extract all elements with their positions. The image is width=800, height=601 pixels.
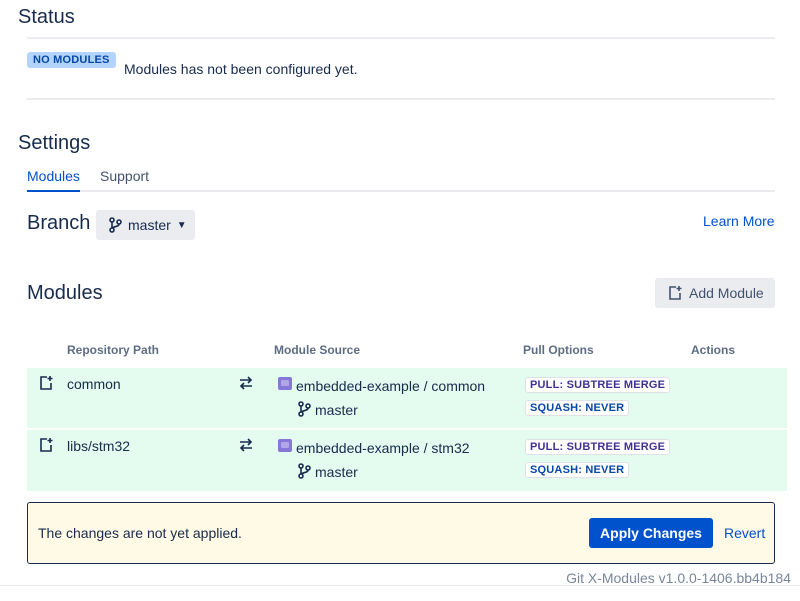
divider (27, 98, 775, 100)
learn-more-link[interactable]: Learn More (703, 213, 775, 229)
add-module-button[interactable]: Add Module (655, 278, 775, 308)
repository-folder-icon (278, 377, 292, 390)
pull-option-lozenge: PULL: SUBTREE MERGE (525, 439, 671, 455)
status-heading: Status (18, 6, 75, 28)
squash-option-lozenge: SQUASH: NEVER (525, 400, 630, 416)
edit-module-icon[interactable] (38, 437, 54, 453)
repository-folder-icon (278, 439, 292, 452)
chevron-down-icon: ▼ (176, 219, 187, 231)
column-header-module-source: Module Source (274, 343, 361, 357)
module-source: embedded-example / common (296, 378, 486, 394)
module-branch: master (315, 402, 358, 418)
repository-path: common (67, 376, 121, 392)
module-source: embedded-example / stm32 (296, 440, 470, 456)
swap-icon (239, 438, 253, 452)
pending-changes-notice: The changes are not yet applied. Apply C… (27, 502, 775, 564)
status-message: Modules has not been configured yet. (124, 61, 358, 77)
modules-heading: Modules (27, 282, 103, 304)
add-module-icon (669, 286, 682, 300)
table-row[interactable]: libs/stm32 embedded-example / stm32 mast… (27, 430, 787, 491)
notice-message: The changes are not yet applied. (38, 525, 242, 541)
pull-option-lozenge: PULL: SUBTREE MERGE (525, 377, 671, 393)
revert-link[interactable]: Revert (724, 525, 765, 541)
divider (27, 37, 775, 39)
tab-support[interactable]: Support (100, 168, 149, 192)
git-branch-icon (109, 217, 122, 233)
add-module-label: Add Module (689, 285, 764, 301)
branch-selector-label: master (128, 217, 171, 233)
tab-modules[interactable]: Modules (27, 168, 80, 192)
column-header-pull-options: Pull Options (523, 343, 594, 357)
swap-icon (239, 376, 253, 390)
settings-heading: Settings (18, 132, 91, 154)
git-branch-icon (298, 401, 311, 417)
module-branch: master (315, 464, 358, 480)
squash-option-lozenge: SQUASH: NEVER (525, 462, 630, 478)
table-row[interactable]: common embedded-example / common master … (27, 368, 787, 429)
version-label: Git X-Modules v1.0.0-1406.bb4b184 (566, 570, 791, 586)
column-header-repository-path: Repository Path (67, 343, 160, 357)
branch-heading: Branch (27, 212, 91, 234)
git-branch-icon (298, 463, 311, 479)
settings-tabs: Modules Support (27, 168, 775, 192)
branch-selector[interactable]: master ▼ (96, 210, 195, 240)
repository-path: libs/stm32 (67, 438, 131, 454)
status-badge: NO MODULES (27, 52, 116, 68)
apply-changes-button[interactable]: Apply Changes (589, 518, 713, 548)
column-header-actions: Actions (691, 343, 736, 357)
edit-module-icon[interactable] (38, 375, 54, 391)
